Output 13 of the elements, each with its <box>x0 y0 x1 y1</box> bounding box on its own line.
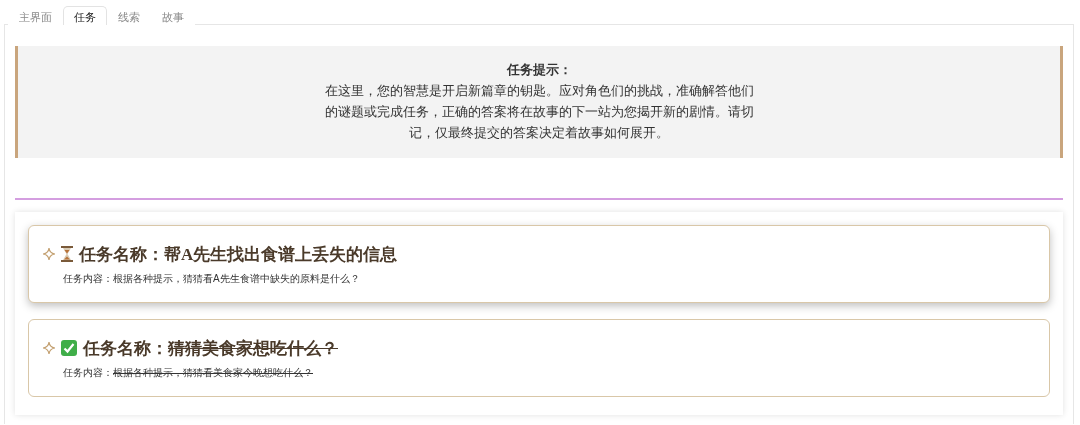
task-name: 猜猜美食家想吃什么？ <box>168 337 338 360</box>
hint-text: 在这里，您的智慧是开启新篇章的钥匙。应对角色们的挑战，准确解答他们的谜题或完成任务，正确的答案将在故事的下一站为您揭开新的剧情。请切记，仅最终提交的答案决定着故事如何展开。 <box>323 83 755 142</box>
task-content-label: 任务内容： <box>63 365 113 380</box>
sparkle-icon <box>43 248 55 260</box>
task-name-label: 任务名称： <box>83 337 168 360</box>
task-content-label: 任务内容： <box>63 271 113 286</box>
tab[interactable]: 任务 <box>63 6 107 25</box>
hint-title: 任务提示： <box>506 62 572 79</box>
task-content: 根据各种提示，猜猜看A先生食谱中缺失的原料是什么？ <box>113 271 360 286</box>
task-name: 帮A先生找出食谱上丢失的信息 <box>164 243 398 266</box>
task-content: 根据各种提示，猜猜看美食家今晚想吃什么？ <box>113 365 313 380</box>
task-name-label: 任务名称： <box>79 243 164 266</box>
sparkle-icon <box>43 342 55 354</box>
